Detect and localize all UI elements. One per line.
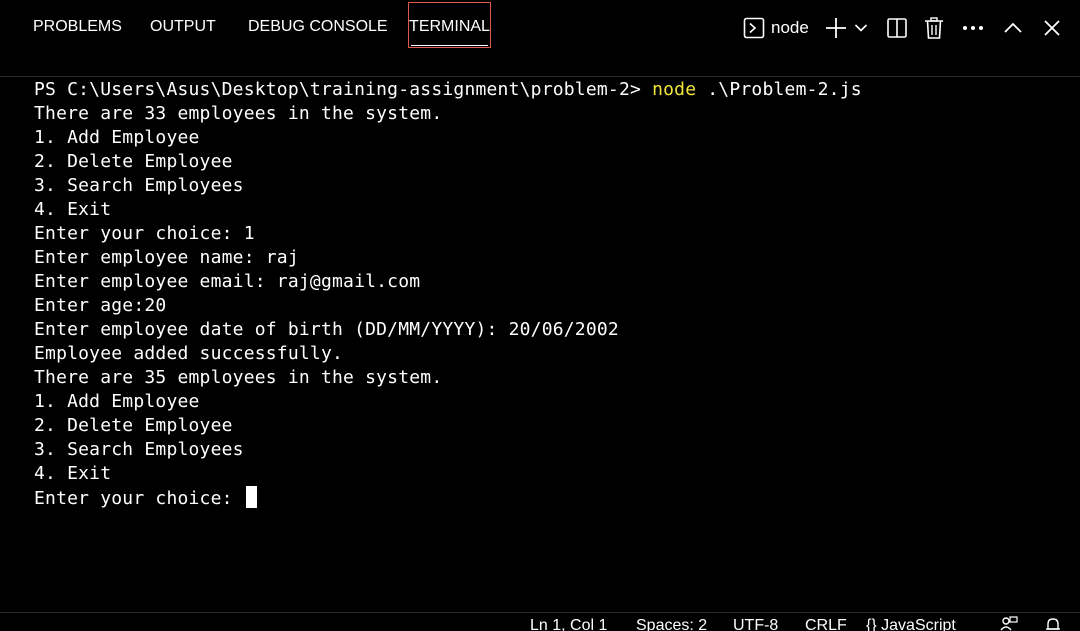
- close-icon: [1044, 20, 1060, 36]
- panel-header: PROBLEMS OUTPUT DEBUG CONSOLE TERMINAL n…: [0, 0, 1080, 56]
- terminal-line: 2. Delete Employee: [34, 415, 233, 436]
- trash-icon: [924, 17, 944, 39]
- launch-profile-button[interactable]: [852, 12, 870, 44]
- chevron-up-icon: [1003, 22, 1023, 34]
- terminal-line: 1. Add Employee: [34, 391, 200, 412]
- split-icon: [887, 18, 907, 38]
- tab-terminal[interactable]: TERMINAL: [408, 2, 491, 48]
- terminal-line: 3. Search Employees: [34, 175, 244, 196]
- plus-icon: [825, 17, 847, 39]
- terminal-line: 4. Exit: [34, 463, 112, 484]
- terminal-line: There are 35 employees in the system.: [34, 367, 443, 388]
- split-terminal-button[interactable]: [885, 12, 909, 44]
- more-actions-button[interactable]: [961, 12, 985, 44]
- terminal-line: There are 33 employees in the system.: [34, 103, 443, 124]
- terminal-output[interactable]: PS C:\Users\Asus\Desktop\training-assign…: [34, 78, 1064, 510]
- terminal-selector[interactable]: node: [743, 12, 813, 44]
- status-eol[interactable]: CRLF: [805, 614, 847, 631]
- kill-terminal-button[interactable]: [922, 12, 946, 44]
- panel-divider: [0, 76, 1080, 77]
- terminal-line: 1. Add Employee: [34, 127, 200, 148]
- terminal-line: 4. Exit: [34, 199, 112, 220]
- terminal-line: 2. Delete Employee: [34, 151, 233, 172]
- terminal-line: Employee added successfully.: [34, 343, 344, 364]
- terminal-icon: [743, 17, 765, 39]
- status-cursor-position[interactable]: Ln 1, Col 1: [530, 614, 607, 631]
- terminal-prompt: PS C:\Users\Asus\Desktop\training-assign…: [34, 79, 653, 100]
- status-bar: Ln 1, Col 1 Spaces: 2 UTF-8 CRLF {} Java…: [0, 612, 1080, 631]
- status-language-label: JavaScript: [881, 617, 956, 631]
- terminal-line: Enter employee date of birth (DD/MM/YYYY…: [34, 319, 619, 340]
- terminal-line: 3. Search Employees: [34, 439, 244, 460]
- terminal-command-line: PS C:\Users\Asus\Desktop\training-assign…: [34, 78, 1064, 102]
- braces-icon: {}: [866, 617, 877, 631]
- terminal-line: Enter employee name: raj: [34, 247, 299, 268]
- tab-problems[interactable]: PROBLEMS: [33, 4, 122, 50]
- chevron-down-icon: [854, 23, 868, 33]
- status-indentation[interactable]: Spaces: 2: [636, 614, 707, 631]
- terminal-command: node: [652, 79, 697, 100]
- terminal-name: node: [771, 18, 809, 37]
- close-panel-button[interactable]: [1040, 12, 1064, 44]
- terminal-line: Enter age:20: [34, 295, 167, 316]
- maximize-panel-button[interactable]: [1001, 12, 1025, 44]
- terminal-command-args: .\Problem-2.js: [696, 79, 862, 100]
- terminal-input-line[interactable]: Enter your choice:: [34, 486, 1064, 510]
- new-terminal-button[interactable]: [824, 12, 848, 44]
- feedback-icon: [1000, 616, 1018, 631]
- status-notifications-button[interactable]: [1044, 616, 1062, 631]
- terminal-line: Enter your choice: 1: [34, 223, 255, 244]
- status-language-mode[interactable]: {} JavaScript: [866, 614, 956, 631]
- status-feedback-button[interactable]: [1000, 616, 1018, 631]
- bell-icon: [1044, 618, 1062, 631]
- tab-debug-console[interactable]: DEBUG CONSOLE: [248, 4, 388, 50]
- more-icon: [962, 25, 984, 31]
- terminal-input-prompt: Enter your choice:: [34, 488, 244, 509]
- tab-output[interactable]: OUTPUT: [150, 4, 216, 50]
- terminal-line: Enter employee email: raj@gmail.com: [34, 271, 421, 292]
- status-encoding[interactable]: UTF-8: [733, 614, 778, 631]
- terminal-cursor: [245, 486, 257, 508]
